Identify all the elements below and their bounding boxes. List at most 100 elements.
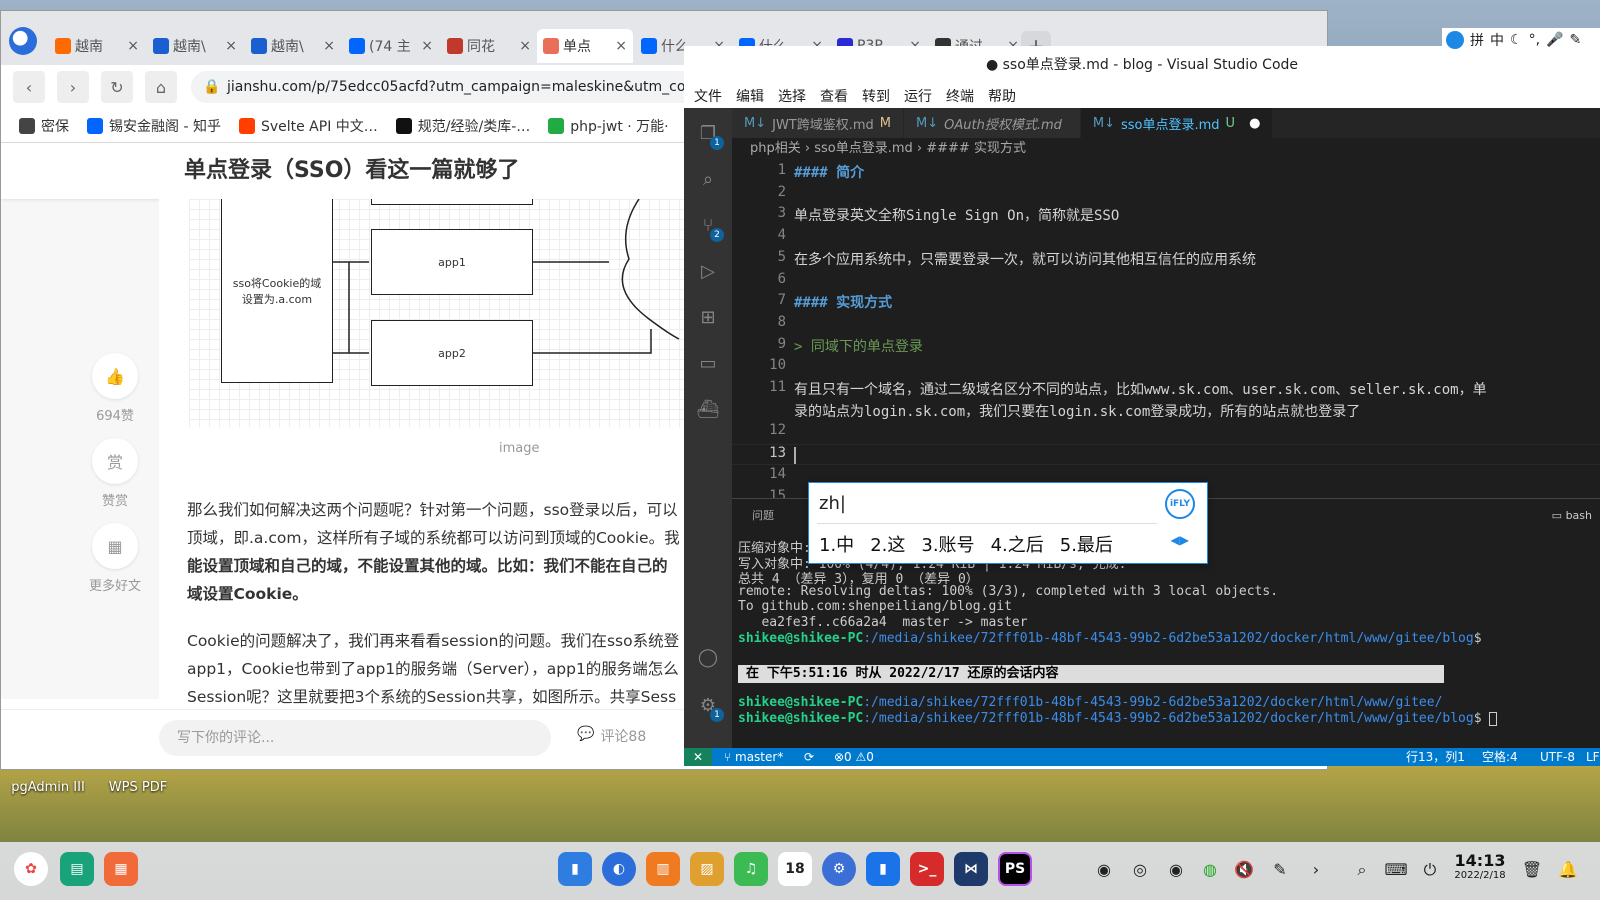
problems-indicator[interactable]: ⊗0 ⚠0: [834, 748, 874, 766]
ime-mode-pinyin[interactable]: 拼: [1470, 30, 1484, 50]
app-center-icon[interactable]: ▥: [646, 852, 680, 886]
menu-item[interactable]: 查看: [820, 86, 848, 106]
source-control-icon[interactable]: ⑂ 2: [696, 214, 724, 242]
browser-tab[interactable]: 越南\ ×: [147, 29, 243, 63]
sync-icon[interactable]: ⟳: [804, 748, 814, 766]
music-icon[interactable]: ♫: [734, 852, 768, 886]
run-debug-icon[interactable]: ▷: [696, 260, 720, 284]
qq-icon[interactable]: ◉: [1092, 858, 1116, 882]
search-icon[interactable]: ⌕: [696, 168, 720, 192]
editor-tab[interactable]: M↓ JWT跨域鉴权.md M: [732, 108, 905, 138]
browser-tab[interactable]: (74 主 ×: [343, 29, 439, 63]
image-viewer-icon[interactable]: ▨: [690, 852, 724, 886]
terminal-shell-selector[interactable]: ▭ bash: [1552, 509, 1592, 522]
search-taskbar-icon[interactable]: ⌕: [1350, 858, 1374, 882]
bookmark-item[interactable]: 密保: [19, 116, 69, 136]
menu-item[interactable]: 文件: [694, 86, 722, 106]
browser-tab[interactable]: 越南\ ×: [245, 29, 341, 63]
pen-icon[interactable]: ✎: [1569, 32, 1581, 48]
menu-item[interactable]: 编辑: [736, 86, 764, 106]
ifly-taskbar-icon[interactable]: ◎: [1128, 858, 1152, 882]
close-tab-icon[interactable]: ×: [519, 38, 531, 54]
remote-indicator-icon[interactable]: ✕: [684, 748, 712, 766]
breadcrumb-item[interactable]: sso单点登录.md: [814, 141, 913, 156]
trash-icon[interactable]: 🗑: [1520, 858, 1544, 882]
vscode-taskbar-icon[interactable]: ⋈: [954, 852, 988, 886]
editor-tab[interactable]: M↓ sso单点登录.md U ●: [1080, 108, 1274, 138]
microphone-icon[interactable]: 🎤: [1546, 32, 1563, 48]
keyboard-icon[interactable]: ⌨: [1384, 858, 1408, 882]
terminal-prompt-line[interactable]: shikee@shikee-PC:/media/shikee/72fff01b-…: [738, 711, 1498, 726]
menu-item[interactable]: 终端: [946, 86, 974, 106]
back-button[interactable]: ‹: [13, 71, 45, 103]
reload-button[interactable]: ↻: [101, 71, 133, 103]
like-action[interactable]: 👍 694赞: [85, 353, 145, 424]
comment-button[interactable]: 💬 评论88: [577, 726, 646, 746]
desktop-icon-wps-pdf[interactable]: WPS PDF: [98, 780, 178, 795]
bookmark-item[interactable]: Svelte API 中文…: [238, 116, 378, 136]
thumbs-up-icon[interactable]: 👍: [92, 353, 138, 399]
explorer-icon[interactable]: ❐ 1: [696, 122, 724, 150]
qq-icon-2[interactable]: ◉: [1164, 858, 1188, 882]
jetbrains-toolbox-icon[interactable]: ▮: [866, 852, 900, 886]
volume-muted-icon[interactable]: 🔇: [1232, 858, 1256, 882]
breadcrumb-item[interactable]: #### 实现方式: [926, 141, 1026, 156]
menu-item[interactable]: 帮助: [988, 86, 1016, 106]
comment-input[interactable]: 写下你的评论...: [159, 720, 551, 756]
eol[interactable]: LF: [1586, 748, 1600, 766]
settings-gear-icon[interactable]: ⚙ 1: [696, 694, 724, 722]
notification-bell-icon[interactable]: 🔔: [1556, 858, 1580, 882]
ime-candidate[interactable]: 4.之后: [991, 531, 1044, 557]
browser-taskbar-icon[interactable]: ◐: [602, 852, 636, 886]
ime-candidate[interactable]: 3.账号: [921, 531, 974, 557]
remote-explorer-icon[interactable]: ▭: [696, 352, 720, 376]
ime-page-arrows-icon[interactable]: ◀▶: [1171, 533, 1189, 547]
browser-tab[interactable]: 单点 ×: [537, 29, 633, 63]
menu-item[interactable]: 转到: [862, 86, 890, 106]
launcher-icon[interactable]: ✿: [14, 852, 48, 886]
menu-item[interactable]: 运行: [904, 86, 932, 106]
encoding[interactable]: UTF-8: [1540, 748, 1575, 766]
ime-candidate[interactable]: 5.最后: [1060, 531, 1113, 557]
close-tab-icon[interactable]: ×: [127, 38, 139, 54]
ime-mode-chinese[interactable]: 中: [1490, 30, 1504, 50]
cursor-position[interactable]: 行13，列1: [1406, 748, 1465, 766]
reward-icon[interactable]: 赏: [92, 438, 138, 484]
menu-item[interactable]: 选择: [778, 86, 806, 106]
browser-tab[interactable]: 同花 ×: [441, 29, 537, 63]
branch-indicator[interactable]: ⑂ master*: [724, 748, 783, 766]
breadcrumb-item[interactable]: php相关: [750, 141, 801, 156]
phpstorm-icon[interactable]: PS: [998, 852, 1032, 886]
browser-logo-icon[interactable]: [9, 27, 37, 55]
unsaved-dot-icon[interactable]: ●: [1249, 116, 1260, 131]
chevron-right-icon[interactable]: ›: [1304, 858, 1328, 882]
browser-tab[interactable]: 越南 ×: [49, 29, 145, 63]
forward-button[interactable]: ›: [57, 71, 89, 103]
extensions-icon[interactable]: ⊞: [696, 306, 720, 330]
bookmark-item[interactable]: php-jwt · 万能·: [548, 116, 669, 136]
wechat-icon[interactable]: ◍: [1198, 858, 1222, 882]
reward-action[interactable]: 赏 赞赏: [85, 438, 145, 509]
close-tab-icon[interactable]: ×: [323, 38, 335, 54]
more-articles-action[interactable]: ▦ 更多好文: [85, 523, 145, 594]
home-button[interactable]: ⌂: [145, 71, 177, 103]
app-store-icon[interactable]: ▦: [104, 852, 138, 886]
file-manager-icon[interactable]: ▮: [558, 852, 592, 886]
power-icon[interactable]: ⏻: [1418, 858, 1442, 882]
multitask-view-icon[interactable]: ▤: [60, 852, 94, 886]
editor-tab[interactable]: M↓ OAuth授权模式.md: [904, 108, 1081, 138]
account-icon[interactable]: ◯: [696, 646, 720, 670]
indentation[interactable]: 空格:4: [1482, 748, 1518, 766]
calendar-icon[interactable]: 18: [778, 852, 812, 886]
control-center-icon[interactable]: ⚙: [822, 852, 856, 886]
punctuation-icon[interactable]: °,: [1529, 32, 1540, 48]
close-tab-icon[interactable]: ×: [615, 38, 627, 54]
close-tab-icon[interactable]: ×: [225, 38, 237, 54]
bookmark-item[interactable]: 规范/经验/类库-…: [395, 116, 530, 136]
pen-tray-icon[interactable]: ✎: [1268, 858, 1292, 882]
bookmark-item[interactable]: 锡安金融阁 - 知乎: [87, 116, 221, 136]
moon-icon[interactable]: ☾: [1510, 32, 1523, 48]
code-editor[interactable]: 1 #### 简介 2 3 单点登录英文全称Single Sign On，简称就是SSO…: [732, 160, 1600, 504]
ime-candidate[interactable]: 2.这: [870, 531, 905, 557]
docker-icon[interactable]: ⛴: [696, 398, 720, 422]
